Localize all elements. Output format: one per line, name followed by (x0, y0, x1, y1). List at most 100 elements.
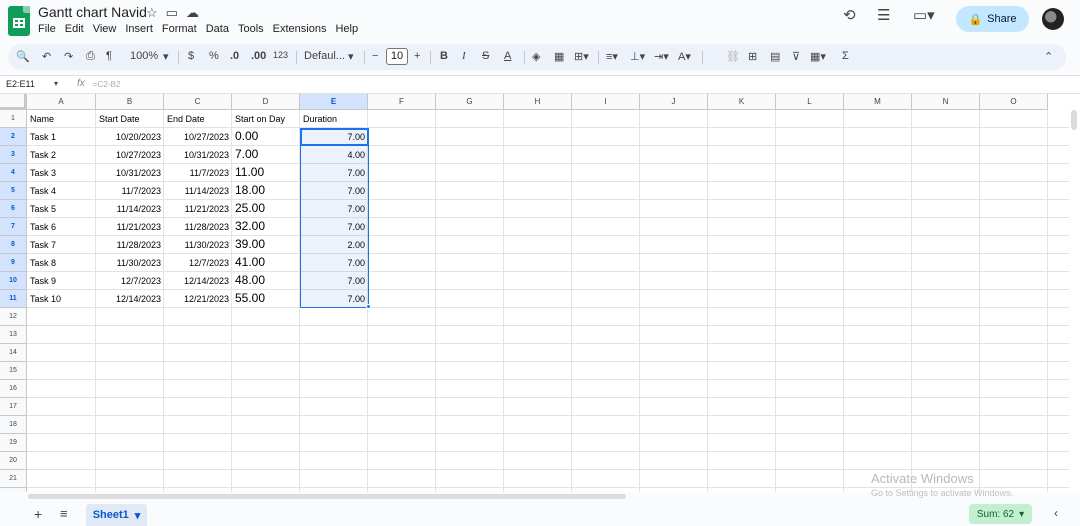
formula-input[interactable]: =C2-B2 (93, 80, 120, 89)
row-header-10[interactable]: 10 (0, 272, 27, 290)
table-cell[interactable]: 11/30/2023 (96, 254, 164, 272)
column-header-o[interactable]: O (980, 94, 1048, 110)
menu-extensions[interactable]: Extensions (273, 23, 327, 35)
font-size-decrease-button[interactable]: − (372, 50, 378, 62)
row-header-6[interactable]: 6 (0, 200, 27, 218)
sum-chip[interactable]: Sum: 62 ▾ (969, 504, 1032, 524)
fill-color-icon[interactable]: ◈ (532, 50, 540, 63)
row-header-19[interactable]: 19 (0, 434, 27, 452)
row-header-15[interactable]: 15 (0, 362, 27, 380)
header-cell[interactable]: Duration (300, 110, 368, 128)
row-header-21[interactable]: 21 (0, 470, 27, 488)
name-box[interactable]: E2:E11 (6, 79, 35, 89)
redo-icon[interactable]: ↷ (64, 50, 73, 63)
table-cell[interactable]: 55.00 (232, 290, 300, 308)
add-sheet-button[interactable]: + (34, 506, 42, 522)
row-header-1[interactable]: 1 (0, 110, 27, 128)
table-cell[interactable]: Task 2 (27, 146, 96, 164)
menu-data[interactable]: Data (206, 23, 229, 35)
comments-icon[interactable]: ☰ (877, 6, 890, 24)
bold-button[interactable]: B (440, 50, 448, 62)
table-cell[interactable]: Task 10 (27, 290, 96, 308)
row-header-7[interactable]: 7 (0, 218, 27, 236)
vertical-scrollbar[interactable] (1069, 110, 1080, 492)
menu-insert[interactable]: Insert (125, 23, 153, 35)
filter-views-icon[interactable]: ▦▾ (810, 50, 826, 63)
table-cell[interactable]: 12/14/2023 (164, 272, 232, 290)
table-cell[interactable]: 7.00 (232, 146, 300, 164)
comment-icon[interactable]: ⊞ (748, 50, 757, 63)
row-header-4[interactable]: 4 (0, 164, 27, 182)
column-header-l[interactable]: L (776, 94, 844, 110)
table-cell[interactable]: Task 4 (27, 182, 96, 200)
menu-file[interactable]: File (38, 23, 56, 35)
text-wrapping-icon[interactable]: ⇥▾ (654, 50, 669, 63)
sheet-grid[interactable]: A B C D E F G H I J K L M N O 1 2 3 4 5 6 7 8 9 10 11 12 13 14 15 16 17… (0, 94, 1080, 492)
table-cell[interactable]: 11/7/2023 (96, 182, 164, 200)
functions-button[interactable]: Σ (842, 50, 849, 62)
link-icon[interactable]: ⛓ (726, 50, 740, 63)
row-header-5[interactable]: 5 (0, 182, 27, 200)
column-header-j[interactable]: J (640, 94, 708, 110)
zoom-select[interactable]: 100% (130, 50, 158, 62)
table-cell[interactable]: 11/28/2023 (164, 218, 232, 236)
row-header-20[interactable]: 20 (0, 452, 27, 470)
meet-icon[interactable]: ▭▾ (913, 6, 935, 24)
row-header-16[interactable]: 16 (0, 380, 27, 398)
column-header-f[interactable]: F (368, 94, 436, 110)
menu-format[interactable]: Format (162, 23, 197, 35)
chevron-down-icon[interactable]: ▾ (348, 50, 354, 63)
increase-decimal-button[interactable]: .00 (251, 50, 266, 62)
table-cell[interactable]: 10/31/2023 (96, 164, 164, 182)
horizontal-align-icon[interactable]: ≡▾ (606, 50, 618, 63)
table-cell[interactable]: Task 8 (27, 254, 96, 272)
table-cell[interactable]: 11/30/2023 (164, 236, 232, 254)
avatar[interactable] (1042, 8, 1064, 30)
table-cell[interactable]: 12/21/2023 (164, 290, 232, 308)
table-cell[interactable]: 39.00 (232, 236, 300, 254)
borders-icon[interactable]: ▦ (554, 50, 564, 63)
table-cell[interactable]: 12/7/2023 (96, 272, 164, 290)
side-panel-toggle-icon[interactable]: ‹ (1054, 506, 1058, 520)
chart-icon[interactable]: ▤ (770, 50, 780, 63)
column-header-d[interactable]: D (232, 94, 300, 110)
move-folder-icon[interactable]: ▭ (166, 5, 178, 21)
table-cell[interactable]: Task 9 (27, 272, 96, 290)
table-cell[interactable]: Task 7 (27, 236, 96, 254)
table-cell[interactable]: 41.00 (232, 254, 300, 272)
table-cell[interactable]: 10/27/2023 (164, 128, 232, 146)
header-cell[interactable]: End Date (164, 110, 232, 128)
menu-help[interactable]: Help (335, 23, 358, 35)
row-header-2[interactable]: 2 (0, 128, 27, 146)
chevron-down-icon[interactable]: ▾ (135, 509, 141, 522)
table-cell[interactable]: 10/20/2023 (96, 128, 164, 146)
document-title[interactable]: Gantt chart Navid (38, 4, 147, 20)
vertical-align-icon[interactable]: ⊥▾ (630, 50, 645, 63)
column-header-m[interactable]: M (844, 94, 912, 110)
row-header-8[interactable]: 8 (0, 236, 27, 254)
all-sheets-icon[interactable]: ≡ (60, 506, 68, 521)
row-header-11[interactable]: 11 (0, 290, 27, 308)
table-cell[interactable]: 48.00 (232, 272, 300, 290)
vertical-scrollbar-thumb[interactable] (1071, 110, 1077, 130)
column-header-c[interactable]: C (164, 94, 232, 110)
column-header-a[interactable]: A (27, 94, 96, 110)
chevron-down-icon[interactable]: ▾ (54, 79, 58, 88)
row-header-3[interactable]: 3 (0, 146, 27, 164)
strikethrough-button[interactable]: S (482, 50, 489, 62)
column-header-b[interactable]: B (96, 94, 164, 110)
row-header-14[interactable]: 14 (0, 344, 27, 362)
table-cell[interactable]: 11/14/2023 (96, 200, 164, 218)
sheets-logo-icon[interactable] (8, 6, 30, 36)
table-cell[interactable]: 11/7/2023 (164, 164, 232, 182)
table-cell[interactable]: Task 3 (27, 164, 96, 182)
header-cell[interactable]: Start Date (96, 110, 164, 128)
table-cell[interactable]: 11.00 (232, 164, 300, 182)
menu-edit[interactable]: Edit (65, 23, 84, 35)
select-all-corner[interactable] (0, 94, 27, 110)
paint-format-icon[interactable]: ¶ (106, 50, 112, 62)
table-cell[interactable]: 18.00 (232, 182, 300, 200)
italic-button[interactable]: I (462, 50, 466, 62)
undo-icon[interactable]: ↶ (42, 50, 51, 63)
share-button[interactable]: 🔒 Share (956, 6, 1029, 32)
